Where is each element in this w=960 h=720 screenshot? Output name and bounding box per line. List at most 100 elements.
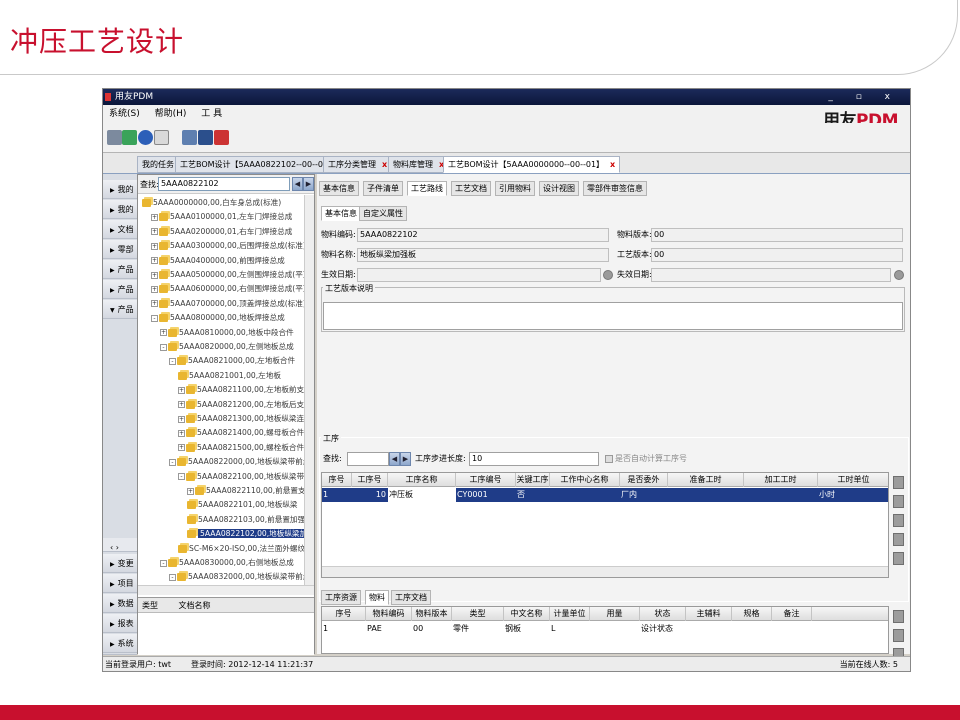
column-header[interactable]: 计量单位 xyxy=(550,607,590,621)
tree-node[interactable]: +5AAA0100000,01,左车门焊接总成 xyxy=(151,210,292,224)
expand-toggle-icon[interactable]: + xyxy=(151,257,158,265)
detail-tab[interactable]: 基本信息 xyxy=(319,181,359,196)
expand-toggle-icon[interactable]: - xyxy=(169,573,176,581)
expand-toggle-icon[interactable]: + xyxy=(151,300,158,308)
tree-node[interactable]: 5AAA0821001,00,左地板 xyxy=(178,369,281,383)
play-icon[interactable] xyxy=(198,130,213,145)
add-icon[interactable] xyxy=(893,629,904,642)
detail-tab[interactable]: 工艺文档 xyxy=(451,181,491,196)
nav-item[interactable]: ▶ 变更 xyxy=(103,554,137,573)
edit-icon[interactable] xyxy=(893,610,904,623)
column-header[interactable]: 中文名称 xyxy=(504,607,550,621)
nav-item[interactable]: ▶ 报表 xyxy=(103,614,137,633)
column-header[interactable]: 类型 xyxy=(452,607,504,621)
exit-icon[interactable] xyxy=(214,130,229,145)
material-name-field[interactable]: 地板纵梁加强板 xyxy=(357,248,609,262)
column-header[interactable]: 工作中心名称 xyxy=(550,473,620,487)
expand-toggle-icon[interactable]: + xyxy=(151,271,158,279)
expand-toggle-icon[interactable]: + xyxy=(187,487,194,495)
auto-calc-checkbox[interactable]: 是否自动计算工序号 xyxy=(605,452,687,466)
effective-date-field[interactable] xyxy=(357,268,601,282)
nav-scroll-arrows[interactable]: ‹ › xyxy=(103,538,137,552)
nav-item[interactable]: ▶ 系统 xyxy=(103,634,137,653)
search-next-button[interactable]: ▶ xyxy=(303,177,314,191)
column-header[interactable]: 物料编码 xyxy=(366,607,412,621)
column-header[interactable]: 关键工序 xyxy=(516,473,550,487)
nav-item[interactable]: ▶ 文档 xyxy=(103,220,137,239)
tree-node[interactable]: +5AAA0821300,00,地板纵梁连接板合件 xyxy=(178,412,304,426)
tree-node[interactable]: SC-M6×20-ISO,00,法兰面外螺纹螺钉 xyxy=(178,542,304,556)
column-header[interactable]: 工时单位 xyxy=(818,473,888,487)
close-icon[interactable]: x xyxy=(610,160,615,169)
process-prev-button[interactable]: ◀ xyxy=(389,452,400,466)
expand-toggle-icon[interactable]: + xyxy=(151,285,158,293)
expand-toggle-icon[interactable]: + xyxy=(151,213,158,221)
column-header[interactable]: 备注 xyxy=(772,607,812,621)
bottom-tab[interactable]: 物料 xyxy=(365,590,389,605)
nav-item[interactable]: ▶ 数据 xyxy=(103,594,137,613)
tree-horizontal-scrollbar[interactable] xyxy=(138,585,314,595)
expand-toggle-icon[interactable]: - xyxy=(169,357,176,365)
material-row[interactable]: 1 PAE 00 零件 钢板 L 设计状态 xyxy=(322,622,888,636)
nav-item[interactable]: ▶ 产品 xyxy=(103,280,137,299)
tree-node[interactable]: +5AAA0821100,00,左地板前支架合件 xyxy=(178,383,304,397)
nav-item[interactable]: ▶ 我的 xyxy=(103,180,137,199)
tree-node[interactable]: - 5AAA0822000,00,地板纵梁带前悬置支架 xyxy=(169,455,304,469)
expand-toggle-icon[interactable]: - xyxy=(160,559,167,567)
column-header[interactable]: 物料版本 xyxy=(412,607,452,621)
bottom-tab[interactable]: 工序资源 xyxy=(321,590,361,605)
tree-node[interactable]: - 5AAA0800000,00,地板焊接总成 xyxy=(151,311,285,325)
tab-material-lib[interactable]: 物料库管理 x xyxy=(388,156,450,173)
tree-node[interactable]: - 5AAA0832000,00,地板纵梁带前悬置支 xyxy=(169,570,304,584)
expand-toggle-icon[interactable]: + xyxy=(178,415,185,423)
pdm-icon[interactable] xyxy=(154,130,169,145)
expand-toggle-icon[interactable]: - xyxy=(178,473,185,481)
menu-system[interactable]: 系统(S) xyxy=(109,109,140,119)
process-next-button[interactable]: ▶ xyxy=(400,452,411,466)
tree-node[interactable]: +5AAA0700000,00,顶盖焊接总成(标准) xyxy=(151,297,304,311)
tree-node[interactable]: +5AAA0821500,00,螺栓板合件 xyxy=(178,441,304,455)
tree-node[interactable]: - 5AAA0830000,00,右侧地板总成 xyxy=(160,556,294,570)
tree-node[interactable]: 5AAA0822103,00,前悬置加强板 xyxy=(187,513,304,527)
expiry-date-field[interactable] xyxy=(651,268,891,282)
tab-my-tasks[interactable]: 我的任务 xyxy=(137,156,179,173)
add-icon[interactable] xyxy=(893,495,904,508)
tree-vertical-scrollbar[interactable] xyxy=(304,195,314,587)
process-version-field[interactable]: 00 xyxy=(651,248,903,262)
menu-tools[interactable]: 工 具 xyxy=(201,109,222,119)
tree-node[interactable]: +5AAA0821400,00,螺母板合件1 xyxy=(178,426,304,440)
expand-toggle-icon[interactable]: + xyxy=(178,444,185,452)
nav-item[interactable]: ▶ 我的 xyxy=(103,200,137,219)
detail-tab[interactable]: 引用物料 xyxy=(495,181,535,196)
column-header[interactable]: 工序编号 xyxy=(456,473,516,487)
material-version-field[interactable]: 00 xyxy=(651,228,903,242)
column-header[interactable]: 用量 xyxy=(590,607,640,621)
expand-toggle-icon[interactable]: - xyxy=(160,343,167,351)
tree-node[interactable]: - 5AAA0822100,00,地板纵梁带前悬置支 xyxy=(178,470,304,484)
help-icon[interactable] xyxy=(138,130,153,145)
bottom-tab[interactable]: 工序文档 xyxy=(391,590,431,605)
nav-item-expanded[interactable]: ▼ 产品 xyxy=(103,300,137,319)
detail-tab[interactable]: 子件清单 xyxy=(363,181,403,196)
date-picker-icon[interactable] xyxy=(894,270,904,280)
expand-toggle-icon[interactable]: + xyxy=(151,242,158,250)
column-header[interactable]: 状态 xyxy=(640,607,686,621)
expand-toggle-icon[interactable]: + xyxy=(178,386,185,394)
detail-tab[interactable]: 零部件审签信息 xyxy=(583,181,647,196)
document-icon[interactable] xyxy=(182,130,197,145)
tree-node[interactable]: +5AAA0400000,00,前围焊接总成 xyxy=(151,254,285,268)
window-controls[interactable]: _ ▫ x xyxy=(828,89,900,105)
column-header[interactable]: 加工工时 xyxy=(744,473,818,487)
detail-tab[interactable]: 设计视图 xyxy=(539,181,579,196)
tab-custom-attr[interactable]: 自定义属性 xyxy=(359,206,407,221)
tree-node[interactable]: 5AAA0822102,00,地板纵梁加强板 xyxy=(187,527,304,541)
column-header[interactable]: 是否委外 xyxy=(620,473,668,487)
tree-node[interactable]: +5AAA0821200,00,左地板后支架合件 xyxy=(178,398,304,412)
close-icon[interactable]: x xyxy=(382,160,387,169)
column-header[interactable]: 工序名称 xyxy=(388,473,456,487)
tree-node[interactable]: 5AAA0822101,00,地板纵梁 xyxy=(187,498,298,512)
tree-node[interactable]: - 5AAA0821000,00,左地板合件 xyxy=(169,354,295,368)
expand-toggle-icon[interactable]: + xyxy=(178,429,185,437)
expand-toggle-icon[interactable]: + xyxy=(178,401,185,409)
step-length-input[interactable]: 10 xyxy=(469,452,599,466)
